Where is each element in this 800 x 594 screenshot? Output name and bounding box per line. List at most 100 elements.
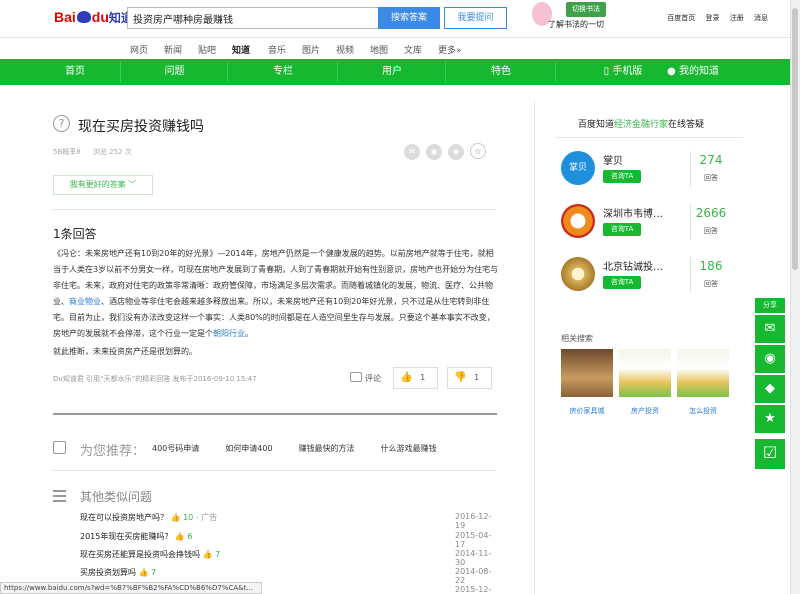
weibo-icon[interactable]: ◉: [755, 345, 785, 373]
sidebar-divider: [534, 100, 535, 594]
star-icon[interactable]: ★: [755, 405, 785, 433]
related-caption[interactable]: 房产投资: [615, 406, 675, 416]
similar-item[interactable]: 现在买房还能算是投资吗会挣钱吗 👍 7 2014-11-30: [80, 549, 500, 567]
consult-button[interactable]: 咨询TA: [603, 170, 641, 183]
avatar[interactable]: 掌贝: [561, 151, 595, 185]
link-commercial-property[interactable]: 商业物业: [69, 297, 101, 306]
similar-item[interactable]: 现在可以投资房地产吗？ 👍 10 - 广告 2016-12-19: [80, 512, 500, 530]
nav-tieba[interactable]: 贴吧: [198, 43, 216, 56]
question-share-icons: ✉ ◉ ◆ ☆: [404, 143, 492, 160]
thumbs-up-icon: 👍: [170, 513, 181, 522]
recommend-tag[interactable]: 什么游戏最赚钱: [381, 444, 437, 453]
paw-icon: [76, 11, 91, 23]
menu-my-zhidao[interactable]: ● 我的知道: [658, 59, 728, 85]
comment-button[interactable]: 评论: [350, 372, 381, 384]
weibo-icon[interactable]: ◉: [426, 144, 442, 160]
qq-icon[interactable]: ◆: [755, 375, 785, 403]
answer-label: 回答: [704, 174, 718, 182]
nav-more[interactable]: 更多»: [438, 43, 462, 56]
better-answer-button[interactable]: 我有更好的答案 ﹀: [53, 175, 153, 195]
ad-badge[interactable]: 切换书法: [566, 2, 606, 17]
menu-users[interactable]: 用户: [339, 59, 445, 85]
thumbs-down-icon: 👎: [454, 372, 467, 383]
consult-button[interactable]: 咨询TA: [603, 276, 641, 289]
nav-video[interactable]: 视频: [336, 43, 354, 56]
clipboard-icon[interactable]: ☑: [755, 439, 785, 469]
nav-web[interactable]: 网页: [130, 43, 148, 56]
menu-divider: [120, 62, 121, 82]
answer-count: 2666: [695, 206, 727, 220]
expert-name[interactable]: 北京钻诚投…: [603, 258, 663, 273]
related-caption[interactable]: 怎么投资: [673, 406, 733, 416]
link-login[interactable]: 登录: [706, 14, 720, 22]
comment-icon: [350, 372, 362, 382]
downvote-button[interactable]: 👎 1: [447, 367, 492, 389]
similar-title: 其他类似问题: [80, 490, 153, 504]
answer-count: 274: [699, 153, 723, 167]
related-image[interactable]: [677, 349, 729, 397]
avatar[interactable]: [561, 204, 595, 238]
ad-text[interactable]: 了解书法的一切: [548, 19, 604, 30]
menu-divider: [227, 62, 228, 82]
top-links: 百度首页 登录 注册 消息: [659, 13, 768, 23]
star-icon[interactable]: ☆: [470, 143, 486, 159]
qq-icon[interactable]: ◆: [448, 144, 464, 160]
question-user[interactable]: 5B概率8: [53, 148, 81, 156]
ask-question-button[interactable]: 我要提问: [444, 7, 507, 29]
related-image[interactable]: [619, 349, 671, 397]
answer-count: 1条回答: [53, 227, 97, 241]
search-answer-button[interactable]: 搜索答案: [378, 7, 440, 29]
thumbs-up-icon: 👍: [138, 568, 149, 577]
list-icon: [53, 490, 66, 502]
menu-features[interactable]: 特色: [447, 59, 555, 85]
baidu-zhidao-logo[interactable]: Bai du知道: [54, 9, 133, 26]
menu-questions[interactable]: 问题: [122, 59, 227, 85]
recommend-tag[interactable]: 赚钱最快的方法: [299, 444, 355, 453]
avatar[interactable]: [561, 257, 595, 291]
menu-divider: [555, 62, 556, 82]
expert-name[interactable]: 深圳市韦博…: [603, 205, 663, 220]
answer-body: 《冯仑：未来房地产还有10到20年的好光景》—2014年，房地产仍然是一个健康发…: [53, 249, 499, 338]
nav-music[interactable]: 音乐: [268, 43, 286, 56]
question-title: 现在买房投资赚钱吗: [78, 119, 204, 135]
nav-news[interactable]: 新闻: [164, 43, 182, 56]
expert-card[interactable]: 深圳市韦博… 咨询TA 2666 回答: [561, 204, 741, 250]
similar-item[interactable]: 2015年现在买房能赚吗？ 👍 6 2015-04-17: [80, 531, 500, 549]
scrollbar-thumb[interactable]: [792, 8, 798, 270]
similar-item[interactable]: 买房投资划算吗 👍 7 2014-08-22: [80, 567, 500, 585]
link-register[interactable]: 注册: [730, 14, 744, 22]
recommend-tag[interactable]: 400号码申请: [152, 444, 199, 453]
related-search-title: 相关搜索: [561, 334, 593, 343]
wechat-icon[interactable]: ✉: [404, 144, 420, 160]
thumbs-up-icon: 👍: [202, 550, 213, 559]
nav-images[interactable]: 图片: [302, 43, 320, 56]
nav-wenku[interactable]: 文库: [404, 43, 422, 56]
link-messages[interactable]: 消息: [754, 14, 768, 22]
link-sunrise-industry[interactable]: 朝阳行业: [213, 329, 245, 338]
menu-mobile[interactable]: ▯ 手机版: [593, 59, 653, 85]
wechat-icon[interactable]: ✉: [755, 315, 785, 343]
nav-map[interactable]: 地图: [370, 43, 388, 56]
search-input[interactable]: [127, 7, 379, 29]
related-image[interactable]: [561, 349, 613, 397]
upvote-button[interactable]: 👍 1: [393, 367, 438, 389]
expert-card[interactable]: 北京钻诚投… 咨询TA 186 回答: [561, 257, 741, 303]
menu-divider: [445, 62, 446, 82]
question-meta: 5B概率8 浏览 252 次: [53, 147, 142, 157]
divider: [53, 470, 497, 471]
recommend-title: 为您推荐：: [80, 444, 146, 459]
share-bar: 分享 ✉ ◉ ◆ ★ ☑: [755, 298, 785, 469]
expert-name[interactable]: 掌贝: [603, 152, 623, 167]
expert-title: 百度知道经济金融行家在线答疑: [578, 120, 705, 130]
link-baidu-home[interactable]: 百度首页: [667, 14, 695, 22]
recommend-tag[interactable]: 如何申请400: [225, 444, 272, 453]
menu-mobile-label: 手机版: [612, 66, 643, 77]
menu-columns[interactable]: 专栏: [229, 59, 337, 85]
main-menu: 首页 问题 专栏 用户 特色 ▯ 手机版 ● 我的知道: [0, 59, 790, 85]
related-caption[interactable]: 房价家具城: [557, 406, 617, 416]
consult-button[interactable]: 咨询TA: [603, 223, 641, 236]
top-bar: Baidu知道 搜索答案 我要提问 切换书法 了解书法的一切 百度首页 登录 注…: [0, 0, 790, 36]
menu-home[interactable]: 首页: [30, 59, 120, 85]
expert-card[interactable]: 掌贝 掌贝 咨询TA 274 回答: [561, 151, 741, 197]
menu-my-zhidao-label: 我的知道: [678, 66, 719, 77]
